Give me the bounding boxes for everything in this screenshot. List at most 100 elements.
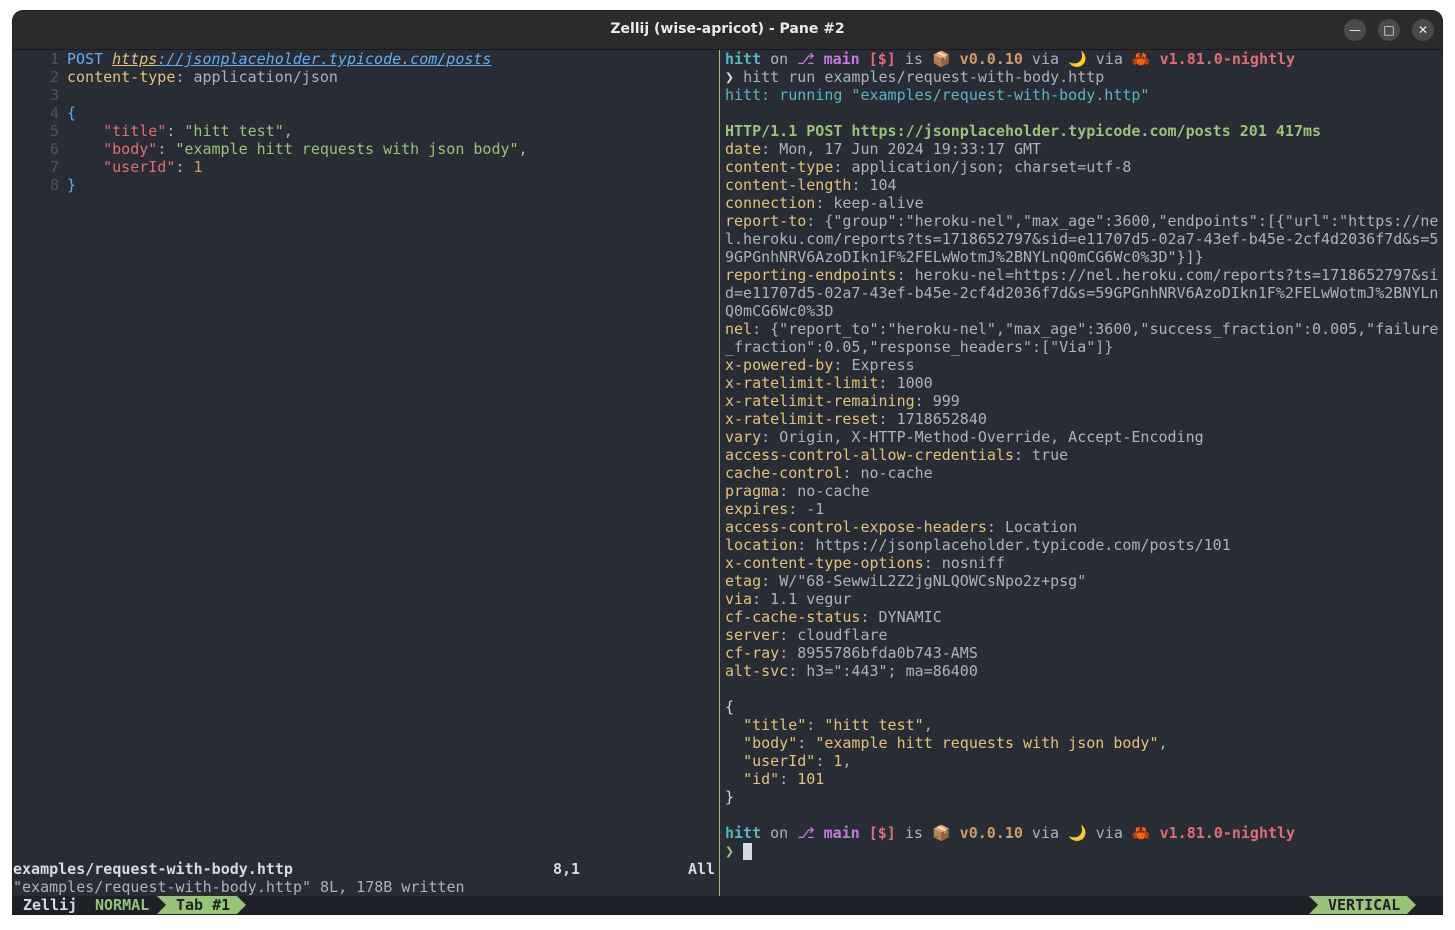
shell-pane[interactable]: hitt on ⎇ main [$] is 📦 v0.0.10 via 🌙 vi… [725,50,1442,896]
response-header: alt-svc: h3=":443"; ma=86400 [725,662,978,680]
header-key: reporting-endpoints [725,266,897,284]
response-header: nel: {"report_to":"heroku-nel","max_age"… [725,320,1439,338]
line-number: 3 [49,86,59,104]
prompt-chevron: ❯ [725,68,735,86]
header-value: l.heroku.com/reports?ts=1718652797&sid=e… [725,230,1439,248]
vim-message: "examples/request-with-body.http" 8L, 17… [13,878,465,896]
line-number: 4 [49,104,59,122]
header-key: cf-cache-status [725,608,861,626]
header-value: -1 [806,500,825,518]
header-key: x-ratelimit-limit [725,374,879,392]
hitt-running: hitt: running "examples/request-with-bod… [725,86,1150,104]
response-body-open: { [725,698,735,716]
response-header: content-type: application/json; charset=… [725,158,1132,176]
header-key: x-ratelimit-remaining [725,392,915,410]
response-header: x-ratelimit-reset: 1718652840 [725,410,987,428]
header-value: cloudflare [797,626,888,644]
editor-line-5[interactable]: 5 "title": "hitt test", [13,122,293,140]
header-key: server [725,626,780,644]
json-key: "title" [743,716,807,734]
header-key: alt-svc [725,662,789,680]
minimize-icon[interactable]: — [1344,19,1366,41]
json-value: "hitt test" [184,122,284,140]
header-value: 1.1 vegur [770,590,852,608]
json-value: "example hitt requests with json body" [815,734,1159,752]
pane-divider[interactable] [719,50,720,896]
response-header: Q0mCG6Wc0%3D [725,302,833,320]
editor-line-3[interactable]: 3 [13,86,67,104]
json-open-brace: { [67,104,77,122]
header-key: report-to [725,212,807,230]
response-body-field: "body": "example hitt requests with json… [743,734,1168,752]
git-branch-icon: ⎇ [797,50,815,68]
header-value: no-cache [797,482,870,500]
response-body-close: } [725,788,735,806]
line-number: 6 [49,140,59,158]
vim-statusline: examples/request-with-body.http 8,1 All [13,860,716,878]
header-key: access-control-allow-credentials [725,446,1014,464]
shell-command: ❯ hitt run examples/request-with-body.ht… [725,68,1105,86]
json-key: "body" [103,140,158,158]
editor-line-2[interactable]: 2 content-type: application/json [13,68,338,86]
response-body-field: "id": 101 [743,770,825,788]
zellij-name: Zellij [23,896,78,914]
header-value: 1000 [896,374,933,392]
maximize-icon[interactable]: □ [1378,19,1400,41]
header-value: 104 [869,176,897,194]
header-key: etag [725,572,762,590]
response-header: l.heroku.com/reports?ts=1718652797&sid=e… [725,230,1438,248]
shell-prompt: hitt on ⎇ main [$] is 📦 v0.0.10 via 🌙 vi… [725,50,1296,68]
header-key: x-content-type-options [725,554,924,572]
response-header: x-powered-by: Express [725,356,915,374]
json-sep: , [842,752,852,770]
editor-line-6[interactable]: 6 "body": "example hitt requests with js… [13,140,528,158]
header-key: cf-ray [725,644,780,662]
window-title: Zellij (wise-apricot) - Pane #2 [610,21,845,37]
editor-line-7[interactable]: 7 "userId": 1 [13,158,203,176]
header-key: cache-control [725,464,843,482]
editor-line-4[interactable]: 4{ [13,104,76,122]
json-close-brace: } [67,176,77,194]
header-key: date [725,140,762,158]
header-value: Mon, 17 Jun 2024 19:33:17 GMT [779,140,1042,158]
header-key: pragma [725,482,780,500]
git-branch-icon: ⎇ [797,824,815,842]
response-header: access-control-expose-headers: Location [725,518,1078,536]
header-value: _fraction":0.05,"response_headers":["Via… [725,338,1114,356]
editor-pane[interactable]: 1 POST https://jsonplaceholder.typicode.c… [13,50,719,896]
json-key: "userId" [743,752,816,770]
url-path[interactable]: ://jsonplaceholder.typicode.com/posts [157,50,491,68]
shell-input-line[interactable]: ❯ [725,842,753,860]
header-value: true [1032,446,1069,464]
text-cursor[interactable] [743,843,753,860]
zellij-terminal[interactable]: 1 POST https://jsonplaceholder.typicode.c… [13,50,1442,914]
header-key: connection [725,194,816,212]
response-header: vary: Origin, X-HTTP-Method-Override, Ac… [725,428,1204,446]
package-icon: 📦 [931,50,951,68]
status-filename: examples/request-with-body.http [13,860,293,878]
header-value: 1718652840 [896,410,987,428]
response-header: cache-control: no-cache [725,464,933,482]
response-header: reporting-endpoints: heroku-nel=https://… [725,266,1439,284]
editor-line-8[interactable]: 8} [13,176,76,194]
response-header: 9GPGnhNRV6AzoDIkn1F%2FELwWotmJ%2BNYLnQ0m… [725,248,1204,266]
response-header: report-to: {"group":"heroku-nel","max_ag… [725,212,1439,230]
response-header: location: https://jsonplaceholder.typico… [725,536,1231,554]
response-header: content-length: 104 [725,176,897,194]
header-value: {"group":"heroku-nel","max_age":3600,"en… [824,212,1439,230]
response-header: connection: keep-alive [725,194,924,212]
editor-line-1[interactable]: 1 POST https://jsonplaceholder.typicode.c… [13,50,491,68]
line-number: 8 [49,176,59,194]
json-value: 1 [193,158,203,176]
header-key: nel [725,320,753,338]
line-number: 7 [49,158,59,176]
header-value: h3=":443"; ma=86400 [806,662,978,680]
rust-crab-icon: 🦀 [1131,824,1151,842]
close-icon[interactable]: ✕ [1412,19,1434,41]
response-header: access-control-allow-credentials: true [725,446,1069,464]
response-header: x-content-type-options: nosniff [725,554,1005,572]
header-key: x-powered-by [725,356,834,374]
header-key: location [725,536,798,554]
cursor-position: 8,1 [553,860,581,878]
http-status-line: HTTP/1.1 POST https://jsonplaceholder.ty… [725,122,1322,140]
